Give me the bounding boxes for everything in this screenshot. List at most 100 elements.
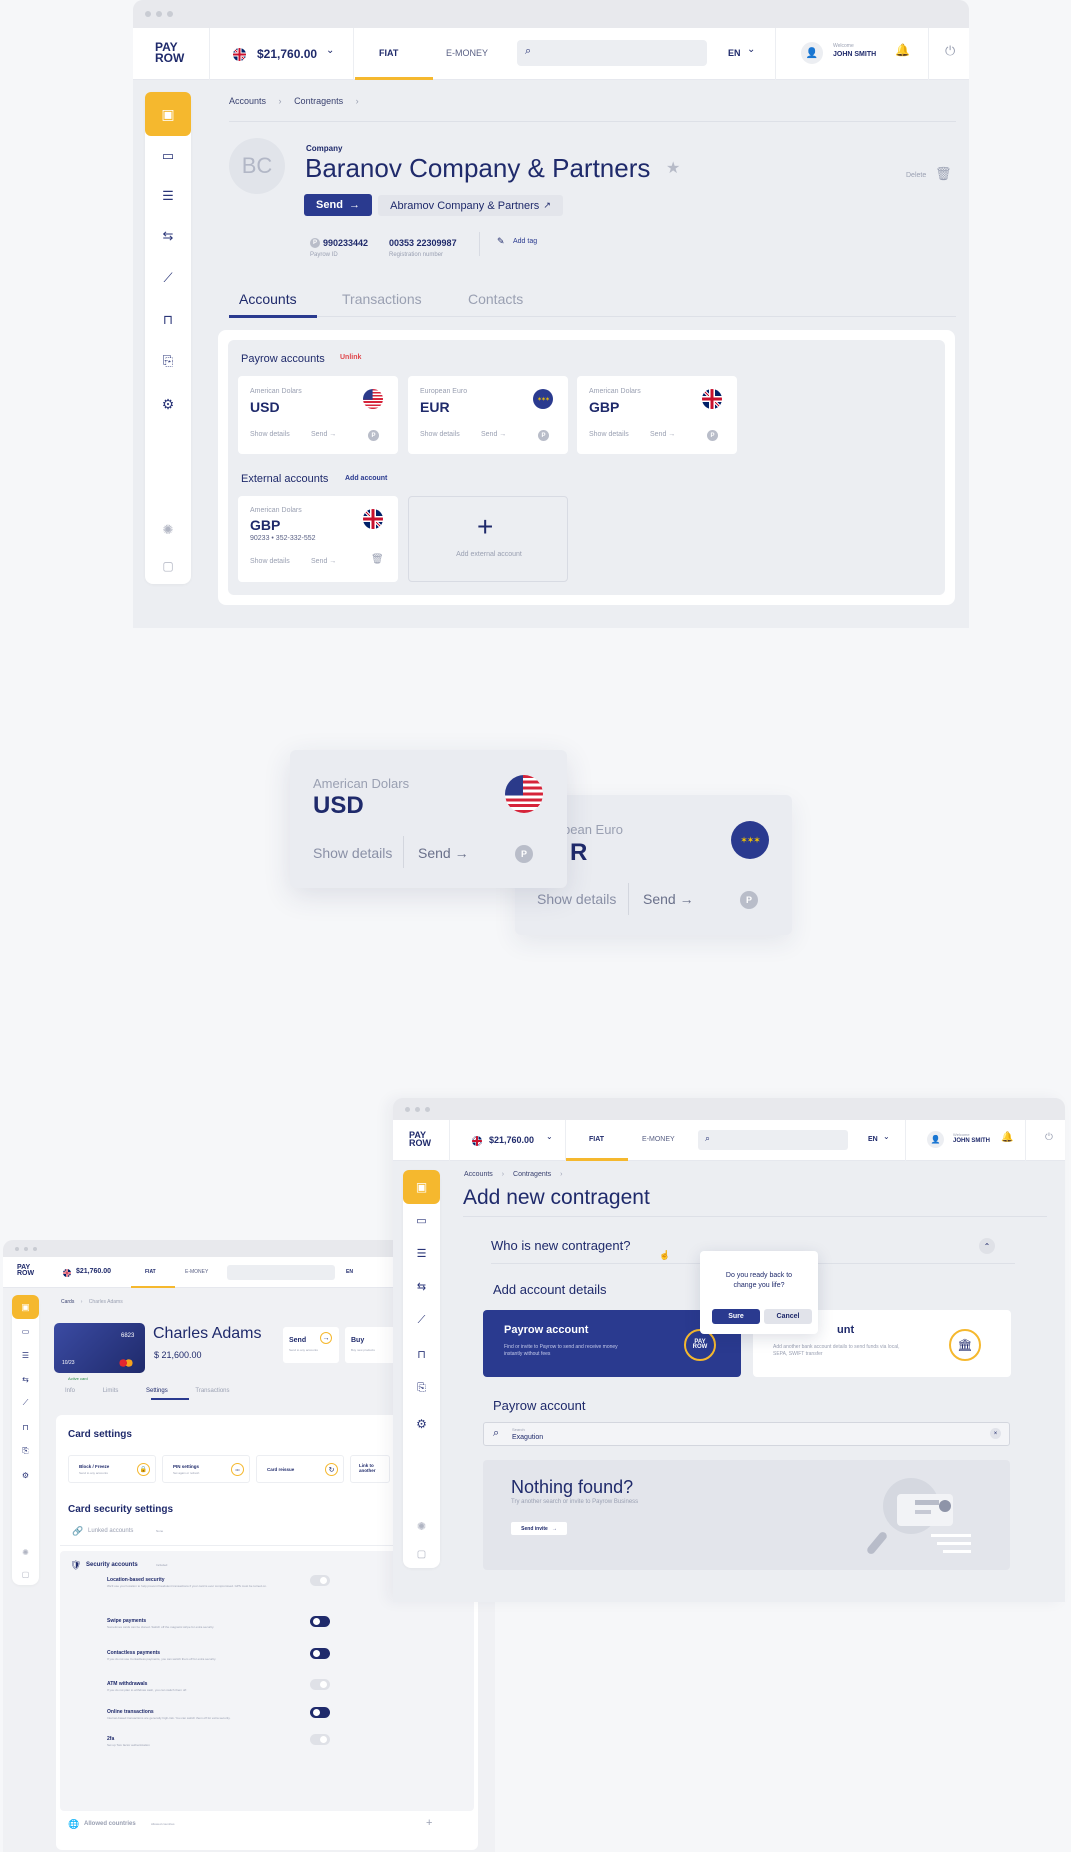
add-account-link[interactable]: Add account <box>345 475 387 482</box>
breadcrumb-accounts[interactable]: Accounts <box>464 1171 493 1178</box>
breadcrumb-accounts[interactable]: Accounts <box>229 96 266 106</box>
wallet-icon[interactable]: ▣ <box>403 1170 440 1204</box>
tab-transactions[interactable]: Transactions <box>342 291 422 307</box>
search-input[interactable] <box>517 40 707 66</box>
account-card-gbp[interactable]: American Dolars GBP Show details Send → … <box>577 376 737 454</box>
send-link[interactable]: Send → <box>311 431 336 438</box>
show-details-link[interactable]: Show details <box>313 845 392 861</box>
user-avatar-icon[interactable]: 👤 <box>801 42 823 64</box>
document-icon[interactable]: ⎘ <box>163 340 173 382</box>
add-tag-link[interactable]: Add tag <box>513 238 537 245</box>
bell-icon[interactable]: 🔔 <box>1001 1132 1013 1143</box>
card-icon[interactable]: ▭ <box>22 1319 30 1343</box>
tab-info[interactable]: Info <box>65 1388 75 1394</box>
trash-icon[interactable]: 🗑 <box>935 166 952 182</box>
settings-icon[interactable]: ✺ <box>22 1541 29 1563</box>
show-details-link[interactable]: Show details <box>250 431 290 438</box>
gear-icon[interactable]: ⚙ <box>22 1463 29 1487</box>
settings-icon[interactable]: ✺ <box>417 1512 426 1540</box>
chart-icon[interactable]: ⟋ <box>418 1303 426 1338</box>
chat-icon[interactable]: ▢ <box>417 1540 426 1568</box>
bag-icon[interactable]: ⊓ <box>22 1415 28 1439</box>
payrow-logo[interactable]: PAY ROW <box>17 1264 34 1278</box>
show-details-link[interactable]: Show details <box>537 891 616 907</box>
wallet-icon[interactable]: ▣ <box>12 1295 39 1319</box>
account-card-eur[interactable]: European Euro EUR ✶✶✶ Show details Send … <box>408 376 568 454</box>
unlink-link[interactable]: Unlink <box>340 354 361 361</box>
collapse-chevron-icon[interactable]: ⌃ <box>979 1238 995 1254</box>
plus-icon[interactable]: + <box>426 1817 432 1829</box>
send-button[interactable]: Send → <box>304 194 372 216</box>
chart-icon[interactable]: ⟋ <box>163 256 172 300</box>
show-details-link[interactable]: Show details <box>250 558 290 565</box>
power-icon[interactable]: ⏻ <box>945 43 955 59</box>
gear-icon[interactable]: ⚙ <box>162 382 175 426</box>
block-freeze-button[interactable]: Block / Freeze Send to any accounts 🔒 <box>68 1455 156 1483</box>
gear-icon[interactable]: ⚙ <box>416 1406 427 1441</box>
account-card-usd[interactable]: American Dolars USD Show details Send → … <box>238 376 398 454</box>
security-toggle[interactable] <box>310 1734 330 1745</box>
security-toggle[interactable] <box>310 1616 330 1627</box>
list-icon[interactable]: ☰ <box>22 1343 29 1367</box>
tab-accounts[interactable]: Accounts <box>239 291 297 307</box>
chat-icon[interactable]: ▢ <box>162 548 173 584</box>
card-icon[interactable]: ▭ <box>162 136 174 176</box>
balance[interactable]: $21,760.00 <box>76 1268 111 1275</box>
tab-transactions[interactable]: Transactions <box>195 1388 229 1394</box>
bell-icon[interactable]: 🔔 <box>895 43 910 57</box>
document-icon[interactable]: ⎘ <box>22 1439 28 1463</box>
wallet-icon[interactable]: ▣ <box>145 92 191 136</box>
settings-icon[interactable]: ✺ <box>163 512 174 548</box>
tab-limits[interactable]: Limits <box>103 1388 119 1394</box>
search-input[interactable] <box>227 1265 335 1280</box>
payrow-logo[interactable]: PAY ROW <box>409 1130 431 1148</box>
chevron-down-icon[interactable]: ⌄ <box>326 45 334 56</box>
breadcrumb-cards[interactable]: Cards <box>61 1299 74 1305</box>
show-details-link[interactable]: Show details <box>420 431 460 438</box>
security-accounts-label[interactable]: Security accounts <box>86 1562 138 1568</box>
trash-icon[interactable]: 🗑 <box>371 554 384 565</box>
clear-icon[interactable]: × <box>990 1428 1001 1439</box>
sure-button[interactable]: Sure <box>712 1309 760 1324</box>
link-card-button[interactable]: Link to another <box>350 1455 390 1483</box>
send-link[interactable]: Send → <box>643 891 694 907</box>
cancel-button[interactable]: Cancel <box>764 1309 812 1324</box>
balance[interactable]: $21,760.00 <box>489 1135 534 1145</box>
breadcrumb-holder[interactable]: Charles Adams <box>89 1299 123 1305</box>
tab-contacts[interactable]: Contacts <box>468 291 523 307</box>
tab-settings[interactable]: Settings <box>146 1388 168 1394</box>
bag-icon[interactable]: ⊓ <box>163 300 173 340</box>
power-icon[interactable]: ⏻ <box>1045 1132 1053 1143</box>
tab-e-money[interactable]: E-MONEY <box>185 1269 208 1275</box>
bank-card[interactable]: 6823 10/23 <box>54 1323 145 1373</box>
search-input[interactable] <box>698 1130 848 1150</box>
tab-e-money[interactable]: E-MONEY <box>446 48 488 58</box>
chart-icon[interactable]: ⟋ <box>23 1391 29 1415</box>
document-icon[interactable]: ⎘ <box>417 1371 426 1406</box>
send-link[interactable]: Send → <box>418 845 469 861</box>
balance[interactable]: $21,760.00 <box>257 47 317 61</box>
list-icon[interactable]: ☰ <box>162 176 174 216</box>
send-invite-button[interactable]: Send invite → <box>511 1522 567 1535</box>
allowed-countries-label[interactable]: Allowed countries <box>84 1821 136 1827</box>
language-select[interactable]: EN <box>868 1136 878 1143</box>
tab-fiat[interactable]: FIAT <box>379 48 398 58</box>
question-heading[interactable]: Who is new contragent? <box>491 1238 630 1253</box>
send-link[interactable]: Send → <box>481 431 506 438</box>
show-details-link[interactable]: Show details <box>589 431 629 438</box>
add-external-account-button[interactable]: + Add external account <box>408 496 568 582</box>
external-account-card[interactable]: American Dolars GBP 90233 • 352-332-552 … <box>238 496 398 582</box>
pin-settings-button[interactable]: PIN settings Set again or refresh ••• <box>162 1455 250 1483</box>
language-select[interactable]: EN <box>346 1269 353 1275</box>
send-action-card[interactable]: Send Send to any accounts → <box>283 1327 339 1363</box>
language-select[interactable]: EN <box>728 48 741 58</box>
chat-icon[interactable]: ▢ <box>22 1563 30 1585</box>
user-avatar-icon[interactable]: 👤 <box>927 1131 944 1148</box>
security-toggle[interactable] <box>310 1648 330 1659</box>
security-toggle[interactable] <box>310 1679 330 1690</box>
zoom-card-usd[interactable]: American Dolars USD Show details Send → … <box>290 750 567 888</box>
transfer-icon[interactable]: ⇆ <box>163 216 174 256</box>
tab-fiat[interactable]: FIAT <box>145 1269 156 1275</box>
transfer-icon[interactable]: ⇆ <box>417 1270 426 1303</box>
send-link[interactable]: Send → <box>311 558 336 565</box>
